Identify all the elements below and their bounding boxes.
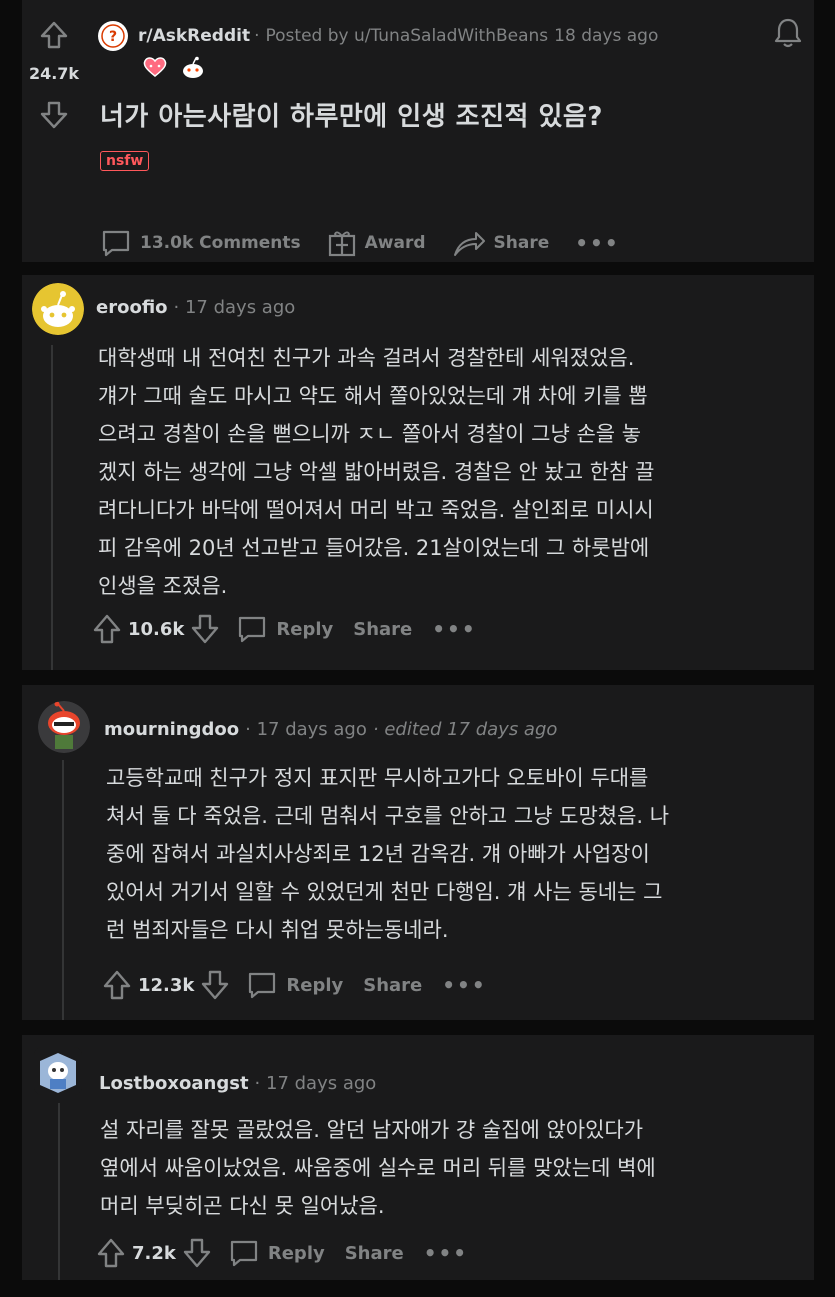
comment-body: 설 자리를 잘못 골랐었음. 알던 남자애가 걍 술집에 앉아있다가 옆에서 싸… bbox=[100, 1118, 656, 1218]
comment-card: eroofio · 17 days ago 대학생때 내 전여친 친구가 과속 … bbox=[22, 275, 814, 670]
comments-count: 13.0k Comments bbox=[140, 233, 301, 253]
comment-age: · 17 days ago bbox=[245, 719, 367, 740]
heart-award-icon bbox=[143, 57, 167, 77]
comment-author[interactable]: mourningdoo bbox=[104, 719, 239, 740]
reply-button[interactable]: Reply bbox=[268, 1243, 325, 1264]
comment-body: 고등학교때 친구가 정지 표지판 무시하고가다 오토바이 두대를 쳐서 둘 다 … bbox=[106, 766, 670, 942]
comment-score: 7.2k bbox=[132, 1242, 176, 1264]
post-score: 24.7k bbox=[28, 64, 80, 83]
comment-actions: 10.6k Reply Share ••• bbox=[92, 613, 477, 645]
snoo-avatar-icon bbox=[34, 1047, 82, 1095]
thread-line[interactable] bbox=[51, 345, 53, 670]
upvote-icon[interactable] bbox=[102, 969, 132, 1001]
post-title[interactable]: 너가 아는사람이 하루만에 인생 조진적 있음? bbox=[100, 96, 603, 133]
comment-score: 10.6k bbox=[128, 618, 185, 640]
post-card: 24.7k ? r/AskReddit · Posted by u/TunaSa… bbox=[22, 0, 814, 262]
subreddit-link[interactable]: r/AskReddit bbox=[138, 26, 250, 46]
upvote-icon[interactable] bbox=[92, 613, 122, 645]
upvote-icon[interactable] bbox=[39, 20, 69, 50]
post-actions: 13.0k Comments Award Share ••• bbox=[100, 228, 620, 258]
reply-icon[interactable] bbox=[228, 1238, 260, 1268]
comment-actions: 12.3k Reply Share ••• bbox=[102, 969, 487, 1001]
downvote-icon[interactable] bbox=[190, 613, 220, 645]
more-options-button[interactable]: ••• bbox=[442, 973, 486, 997]
snoo-avatar-icon bbox=[38, 701, 90, 753]
comment-age: · 17 days ago bbox=[173, 297, 296, 318]
comment-actions: 7.2k Reply Share ••• bbox=[96, 1237, 468, 1269]
comment-age: · 17 days ago bbox=[254, 1073, 377, 1094]
comment-author[interactable]: eroofio bbox=[96, 297, 168, 318]
share-button[interactable]: Share bbox=[363, 975, 422, 996]
post-author[interactable]: Posted by u/TunaSaladWithBeans bbox=[266, 26, 549, 46]
reply-button[interactable]: Reply bbox=[276, 619, 333, 640]
thread-line[interactable] bbox=[58, 1103, 60, 1280]
share-label: Share bbox=[493, 233, 550, 253]
comment-icon bbox=[102, 230, 130, 257]
avatar[interactable] bbox=[32, 283, 84, 335]
comment-author[interactable]: Lostboxoangst bbox=[99, 1073, 249, 1094]
post-vote-column: 24.7k bbox=[22, 0, 86, 262]
snoo-avatar-icon bbox=[32, 283, 84, 335]
post-meta: ? r/AskReddit · Posted by u/TunaSaladWit… bbox=[98, 20, 658, 52]
gift-icon bbox=[328, 231, 355, 257]
svg-text:?: ? bbox=[109, 29, 117, 45]
comment-header: eroofio · 17 days ago bbox=[96, 297, 295, 318]
subreddit-icon[interactable]: ? bbox=[98, 21, 128, 51]
notification-bell-icon[interactable] bbox=[772, 16, 804, 50]
reply-icon[interactable] bbox=[236, 614, 268, 644]
upvote-icon[interactable] bbox=[96, 1237, 126, 1269]
edited-label: · edited 17 days ago bbox=[372, 719, 558, 740]
reply-button[interactable]: Reply bbox=[286, 975, 343, 996]
avatar[interactable] bbox=[38, 701, 90, 753]
comment-header: Lostboxoangst · 17 days ago bbox=[99, 1073, 376, 1094]
downvote-icon[interactable] bbox=[200, 969, 230, 1001]
award-button[interactable]: Award bbox=[327, 228, 426, 258]
avatar[interactable] bbox=[34, 1047, 82, 1095]
reply-icon[interactable] bbox=[246, 970, 278, 1000]
comment-card: mourningdoo · 17 days ago · edited 17 da… bbox=[22, 685, 814, 1020]
comment-body: 대학생때 내 전여친 친구가 과속 걸려서 경찰한테 세워졌었음. 걔가 그때 … bbox=[98, 346, 655, 598]
thread-line[interactable] bbox=[62, 760, 64, 1020]
more-options-button[interactable]: ••• bbox=[432, 617, 476, 641]
downvote-icon[interactable] bbox=[182, 1237, 212, 1269]
more-options-button[interactable]: ••• bbox=[575, 231, 619, 255]
share-button[interactable]: Share bbox=[452, 228, 550, 258]
comment-score: 12.3k bbox=[138, 974, 195, 996]
share-button[interactable]: Share bbox=[353, 619, 412, 640]
share-icon bbox=[453, 232, 485, 256]
award-label: Award bbox=[364, 233, 426, 253]
meta-separator: · bbox=[254, 26, 260, 46]
more-options-button[interactable]: ••• bbox=[424, 1241, 468, 1265]
downvote-icon[interactable] bbox=[39, 100, 69, 130]
comment-card: Lostboxoangst · 17 days ago 설 자리를 잘못 골랐었… bbox=[22, 1035, 814, 1280]
post-awards[interactable] bbox=[142, 56, 206, 80]
snoo-award-icon bbox=[183, 56, 203, 78]
comment-header: mourningdoo · 17 days ago · edited 17 da… bbox=[104, 719, 557, 740]
share-button[interactable]: Share bbox=[345, 1243, 404, 1264]
post-age: 18 days ago bbox=[554, 26, 659, 46]
nsfw-tag: nsfw bbox=[100, 151, 150, 171]
comments-button[interactable]: 13.0k Comments bbox=[100, 228, 301, 258]
